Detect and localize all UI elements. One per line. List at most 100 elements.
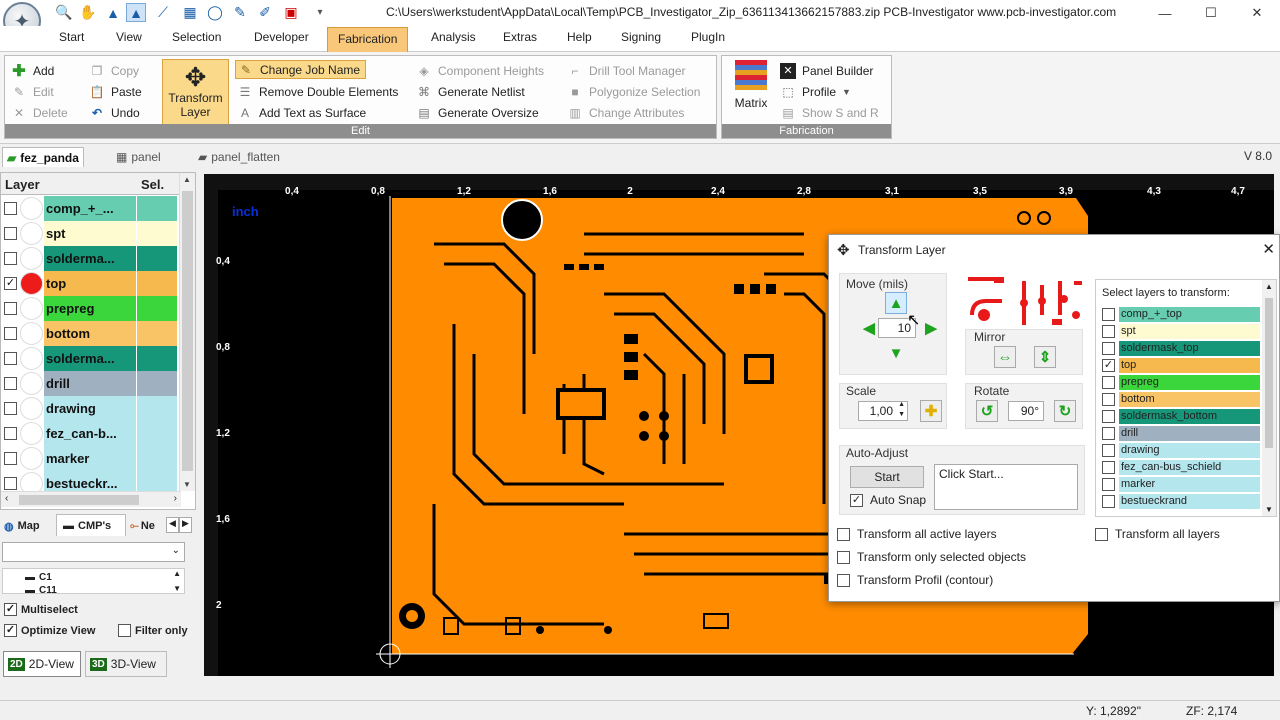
pan-hand-icon[interactable]: ✋ (78, 3, 98, 22)
transform-all-active-checkbox[interactable]: Transform all active layers (837, 527, 997, 541)
layer-row[interactable]: spt (1, 221, 179, 246)
dialog-scroll-thumb[interactable] (1265, 298, 1273, 448)
scroll-up-icon[interactable]: ▲ (183, 175, 191, 184)
layer-select-cell[interactable] (137, 271, 177, 296)
delete-button[interactable]: ✕ Delete (11, 103, 68, 122)
layer-row[interactable]: fez_can-b... (1, 421, 179, 446)
customize-dropdown-icon[interactable]: ▾ (310, 3, 330, 22)
profile-button[interactable]: ⬚ Profile ▼ (780, 82, 851, 101)
undo-button[interactable]: ↶ Undo (89, 103, 140, 122)
dialog-layer-checkbox[interactable]: ✓ (1102, 359, 1115, 372)
transform-all-layers-checkbox[interactable]: Transform all layers (1095, 527, 1220, 541)
mirror-vertical-button[interactable]: ⇕ (1034, 346, 1056, 368)
rotate-angle-input[interactable]: 90° (1008, 401, 1044, 421)
layer-visibility-checkbox[interactable] (4, 202, 17, 215)
optimize-view-checkbox[interactable]: ✓ Optimize View (4, 624, 95, 637)
layer-row[interactable]: drill (1, 371, 179, 396)
remove-double-elements-button[interactable]: ☰ Remove Double Elements (237, 82, 399, 101)
layer-active-indicator[interactable] (20, 247, 43, 270)
layer-row[interactable]: marker (1, 446, 179, 471)
move-down-button[interactable]: ▼ (885, 342, 907, 364)
layer-hscroll-thumb[interactable] (19, 495, 139, 505)
layer-active-indicator[interactable] (20, 272, 43, 295)
tab-scroll-right-icon[interactable]: ▶ (179, 517, 192, 533)
tab-nets[interactable]: ⟜ Ne (130, 516, 155, 536)
layer-visibility-checkbox[interactable] (4, 402, 17, 415)
layer-row[interactable]: drawing (1, 396, 179, 421)
layer-visibility-checkbox[interactable] (4, 327, 17, 340)
dialog-layer-item[interactable]: drill (1102, 425, 1260, 442)
add-text-as-surface-button[interactable]: A Add Text as Surface (237, 103, 366, 122)
layer-select-cell[interactable] (137, 296, 177, 321)
layer-row[interactable]: solderma... (1, 246, 179, 271)
tab-panel-flatten[interactable]: ▰ panel_flatten (194, 147, 284, 167)
filter-only-checkbox[interactable]: Filter only (118, 624, 196, 637)
layer-select-cell[interactable] (137, 421, 177, 446)
dialog-layer-item[interactable]: marker (1102, 476, 1260, 493)
transform-profil-checkbox[interactable]: Transform Profil (contour) (837, 573, 993, 587)
copy-button[interactable]: ❐ Copy (89, 61, 139, 80)
generate-netlist-button[interactable]: ⌘ Generate Netlist (416, 82, 525, 101)
layer-visibility-checkbox[interactable] (4, 452, 17, 465)
zoom-icon[interactable]: 🔍 (54, 3, 74, 22)
pen-icon[interactable]: ✎ (230, 3, 250, 22)
layer-active-indicator[interactable] (20, 422, 43, 445)
layer-select-cell[interactable] (137, 371, 177, 396)
dialog-layer-checkbox[interactable] (1102, 444, 1115, 457)
tree-item-c11[interactable]: ▬ C11 (25, 585, 57, 593)
tab-map[interactable]: ◍ Map (4, 516, 40, 536)
dialog-layer-scrollbar[interactable]: ▲ ▼ (1262, 280, 1276, 516)
maximize-button[interactable]: ☐ (1188, 0, 1234, 26)
layer-scroll-thumb[interactable] (182, 191, 193, 471)
multiselect-check[interactable]: ✓ (4, 603, 17, 616)
layer-select-cell[interactable] (137, 221, 177, 246)
filter-only-check[interactable] (118, 624, 131, 637)
scroll-right-icon[interactable]: › (174, 493, 177, 504)
dialog-layer-item[interactable]: soldermask_bottom (1102, 408, 1260, 425)
tab-scroll-left-icon[interactable]: ◀ (166, 517, 179, 533)
menu-developer[interactable]: Developer (252, 30, 311, 52)
tab-scroll[interactable]: ◀ ▶ (166, 517, 192, 533)
layer-row[interactable]: prepreg (1, 296, 179, 321)
auto-snap-checkbox[interactable]: ✓ Auto Snap (850, 493, 926, 507)
change-attributes-button[interactable]: ▥ Change Attributes (567, 103, 684, 122)
dialog-title-bar[interactable]: ✥ Transform Layer ✕ (829, 235, 1279, 265)
layer-select-cell[interactable] (137, 321, 177, 346)
layer-row[interactable]: ✓ top (1, 271, 179, 296)
menu-view[interactable]: View (114, 30, 144, 52)
edit-button[interactable]: ✎ Edit (11, 82, 54, 101)
layer-active-indicator[interactable] (20, 297, 43, 320)
dialog-layer-item[interactable]: spt (1102, 323, 1260, 340)
menu-plugin[interactable]: PlugIn (689, 30, 727, 52)
dialog-layer-checkbox[interactable] (1102, 410, 1115, 423)
layer-visibility-checkbox[interactable] (4, 477, 17, 490)
brush-icon[interactable]: ✐ (255, 3, 275, 22)
show-s-and-r-button[interactable]: ▤ Show S and R (780, 103, 878, 122)
dialog-layer-checkbox[interactable] (1102, 478, 1115, 491)
menu-fabrication[interactable]: Fabrication (327, 27, 409, 52)
layer-select-cell[interactable] (137, 346, 177, 371)
dialog-layer-item[interactable]: soldermask_top (1102, 340, 1260, 357)
close-button[interactable]: ✕ (1234, 0, 1280, 26)
layer-hscrollbar[interactable]: ‹ › (1, 491, 181, 507)
tree-scroll-up-icon[interactable]: ▲ (173, 569, 181, 578)
layer-select-cell[interactable] (137, 246, 177, 271)
scroll-left-icon[interactable]: ‹ (5, 493, 8, 504)
layer-active-indicator[interactable] (20, 197, 43, 220)
dialog-layer-item[interactable]: bottom (1102, 391, 1260, 408)
layer-visibility-checkbox[interactable]: ✓ (4, 277, 17, 290)
dialog-layer-item[interactable]: prepreg (1102, 374, 1260, 391)
rotate-ccw-button[interactable]: ↺ (976, 400, 998, 422)
drill-tool-manager-button[interactable]: ⌐ Drill Tool Manager (567, 61, 685, 80)
move-right-button[interactable]: ▶ (920, 317, 942, 339)
component-heights-button[interactable]: ◈ Component Heights (416, 61, 544, 80)
layer-select-cell[interactable] (137, 446, 177, 471)
2d-view-button[interactable]: 2D 2D-View (3, 651, 81, 677)
transform-all-active-check[interactable] (837, 527, 850, 541)
dialog-close-button[interactable]: ✕ (1262, 240, 1275, 258)
layer-row[interactable]: bottom (1, 321, 179, 346)
tab-panel[interactable]: ▦ panel (112, 147, 165, 167)
change-job-name-button[interactable]: ✎ Change Job Name (235, 60, 367, 79)
layer-active-indicator[interactable] (20, 222, 43, 245)
dialog-layer-checkbox[interactable] (1102, 325, 1115, 338)
